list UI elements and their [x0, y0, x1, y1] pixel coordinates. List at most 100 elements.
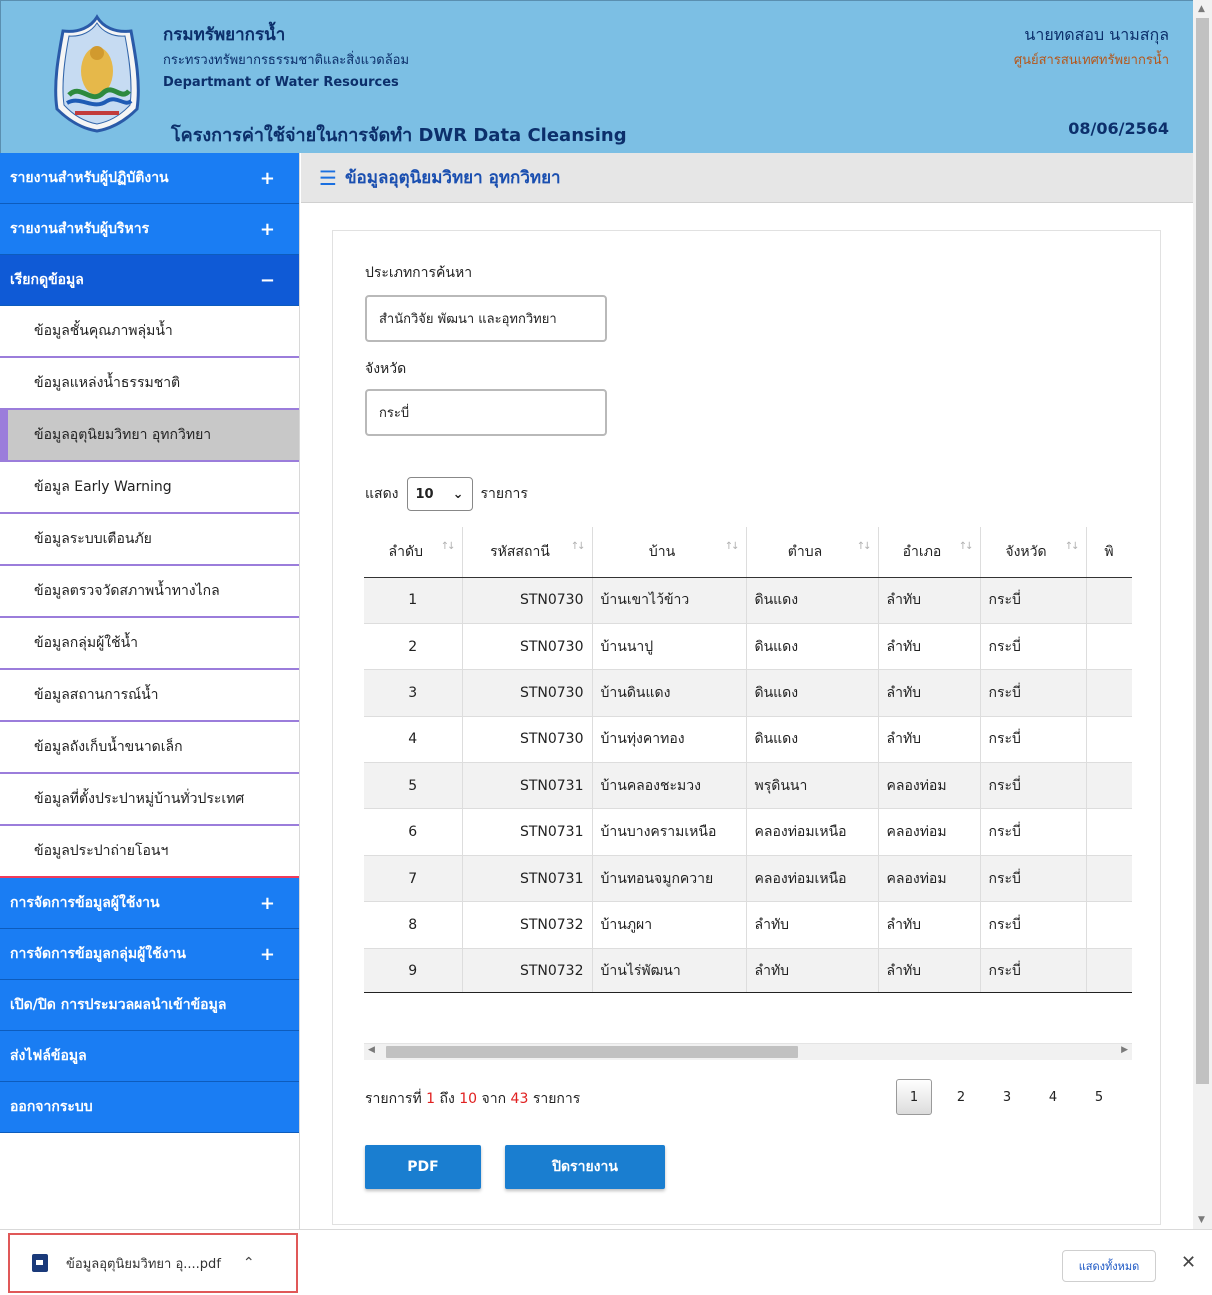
table-cell [1086, 669, 1132, 717]
sidebar-subitem-basin-class[interactable]: ข้อมูลชั้นคุณภาพลุ่มน้ำ [0, 306, 299, 358]
app-header: กรมทรัพยากรน้ำ กระทรวงทรัพยากรธรรมชาติแล… [0, 0, 1193, 153]
column-header-extra[interactable]: พิ [1086, 527, 1132, 578]
column-header-station-code[interactable]: รหัสสถานี ↑↓ [462, 527, 593, 578]
sidebar-subitem-telemetry[interactable]: ข้อมูลตรวจวัดสภาพน้ำทางไกล [0, 566, 299, 618]
sidebar-subitem-transferred-waterworks[interactable]: ข้อมูลประปาถ่ายโอนฯ [0, 826, 299, 878]
sidebar-item-user-management[interactable]: การจัดการข้อมูลผู้ใช้งาน + [0, 878, 299, 929]
table-cell [1086, 808, 1132, 856]
chevron-up-icon[interactable]: ⌃ [243, 1255, 255, 1271]
sidebar-subitem-water-situation[interactable]: ข้อมูลสถานการณ์น้ำ [0, 670, 299, 722]
page-button-5[interactable]: 5 [1076, 1079, 1122, 1115]
show-label: แสดง [365, 486, 399, 502]
sort-icon: ↑↓ [1064, 541, 1080, 552]
search-type-field[interactable]: สำนักวิจัย พัฒนา และอุทกวิทยา [365, 295, 607, 342]
column-header-province[interactable]: จังหวัด ↑↓ [980, 527, 1087, 578]
province-field[interactable]: กระบี่ [365, 389, 607, 436]
expand-icon: + [259, 218, 275, 240]
show-all-button[interactable]: แสดงทั้งหมด [1062, 1250, 1156, 1282]
horizontal-scrollbar[interactable]: ◀ ▶ [364, 1043, 1132, 1060]
sidebar-item-operator-reports[interactable]: รายงานสำหรับผู้ปฏิบัติงาน + [0, 153, 299, 204]
sidebar-item-label: รายงานสำหรับผู้ปฏิบัติงาน [10, 170, 169, 186]
sidebar-item-label: เรียกดูข้อมูล [10, 272, 84, 288]
table-cell: 1 [364, 577, 463, 624]
table-row[interactable]: 8 STN0732 บ้านภูผา ลำทับ ลำทับ กระบี่ [364, 901, 1132, 949]
table-cell: กระบี่ [980, 716, 1087, 764]
project-title: โครงการค่าใช้จ่ายในการจัดทำ DWR Data Cle… [171, 125, 627, 146]
table-cell: STN0732 [462, 948, 593, 992]
sidebar-item-label: รายงานสำหรับผู้บริหาร [10, 221, 150, 237]
sidebar-item-executive-reports[interactable]: รายงานสำหรับผู้บริหาร + [0, 204, 299, 255]
expand-icon: + [259, 943, 275, 965]
table-cell: คลองท่อม [878, 762, 981, 810]
table-row[interactable]: 1 STN0730 บ้านเขาไว้ข้าว ดินแดง ลำทับ กระบี่ [364, 577, 1132, 624]
pdf-button[interactable]: PDF [365, 1145, 481, 1189]
vertical-scroll-thumb[interactable] [1196, 18, 1209, 1084]
table-cell: คลองท่อม [878, 855, 981, 903]
column-header-no[interactable]: ลำดับ ↑↓ [364, 527, 463, 578]
table-header-row: ลำดับ ↑↓ รหัสสถานี ↑↓ บ้าน ↑↓ ตำบล ↑↓ อำเภอ ↑… [364, 527, 1132, 578]
page-button-1[interactable]: 1 [896, 1079, 932, 1115]
hamburger-menu-icon[interactable]: ☰ [319, 166, 337, 190]
sidebar-item-browse-data[interactable]: เรียกดูข้อมูล − [0, 255, 299, 306]
pagination: 1 2 3 4 5 [896, 1079, 1122, 1115]
horizontal-scroll-thumb[interactable] [386, 1046, 798, 1058]
table-cell: ดินแดง [746, 623, 879, 671]
table-cell: 8 [364, 901, 463, 949]
sidebar-subitem-water-user-groups[interactable]: ข้อมูลกลุ่มผู้ใช้น้ำ [0, 618, 299, 670]
department-logo [54, 14, 140, 133]
page-button-4[interactable]: 4 [1030, 1079, 1076, 1115]
info-from: 1 [426, 1091, 436, 1107]
scroll-right-icon[interactable]: ▶ [1121, 1045, 1128, 1055]
sidebar-subitem-village-waterworks[interactable]: ข้อมูลที่ตั้งประปาหมู่บ้านทั่วประเทศ [0, 774, 299, 826]
info-to-word: ถึง [439, 1091, 455, 1107]
info-to: 10 [459, 1091, 478, 1107]
table-row[interactable]: 5 STN0731 บ้านคลองชะมวง พรุดินนา คลองท่อม กระ… [364, 762, 1132, 810]
table-cell: ลำทับ [746, 948, 879, 992]
close-report-button[interactable]: ปิดรายงาน [505, 1145, 665, 1189]
scroll-up-icon[interactable]: ▲ [1198, 4, 1205, 14]
table-info: รายการที่ 1 ถึง 10 จาก 43 รายการ [365, 1088, 580, 1110]
download-file-name: ข้อมูลอุตุนิยมวิทยา อุ....pdf [66, 1256, 221, 1272]
sidebar-item-user-group-management[interactable]: การจัดการข้อมูลกลุ่มผู้ใช้งาน + [0, 929, 299, 980]
sidebar-subitem-natural-water[interactable]: ข้อมูลแหล่งน้ำธรรมชาติ [0, 358, 299, 410]
table-row[interactable]: 3 STN0730 บ้านดินแดง ดินแดง ลำทับ กระบี่ [364, 669, 1132, 717]
download-item[interactable]: ข้อมูลอุตุนิยมวิทยา อุ....pdf ⌃ [8, 1233, 298, 1293]
table-row[interactable]: 6 STN0731 บ้านบางครามเหนือ คลองท่อมเหนือ คลอ… [364, 808, 1132, 856]
info-prefix: รายการที่ [365, 1091, 422, 1107]
table-row[interactable]: 2 STN0730 บ้านนาปู ดินแดง ลำทับ กระบี่ [364, 623, 1132, 671]
table-cell: STN0731 [462, 808, 593, 856]
table-row[interactable]: 7 STN0731 บ้านทอนจมูกควาย คลองท่อมเหนือ คลอง… [364, 855, 1132, 903]
sidebar-subitem-early-warning[interactable]: ข้อมูล Early Warning [0, 462, 299, 514]
column-header-subdistrict[interactable]: ตำบล ↑↓ [746, 527, 879, 578]
close-icon[interactable]: ✕ [1181, 1252, 1196, 1273]
sidebar-subitem-warning-system[interactable]: ข้อมูลระบบเตือนภัย [0, 514, 299, 566]
column-header-village[interactable]: บ้าน ↑↓ [592, 527, 747, 578]
sidebar-item-import-processing[interactable]: เปิด/ปิด การประมวลผลนำเข้าข้อมูล [0, 980, 299, 1031]
table-cell: บ้านดินแดง [592, 669, 747, 717]
table-row[interactable]: 9 STN0732 บ้านไร่พัฒนา ลำทับ ลำทับ กระบี่ [364, 948, 1132, 992]
page-button-3[interactable]: 3 [984, 1079, 1030, 1115]
vertical-scrollbar[interactable]: ▲ ▼ [1193, 0, 1212, 1229]
table-cell: กระบี่ [980, 901, 1087, 949]
page-button-2[interactable]: 2 [938, 1079, 984, 1115]
table-row[interactable]: 4 STN0730 บ้านทุ่งคาทอง ดินแดง ลำทับ กระบี่ [364, 716, 1132, 764]
scroll-down-icon[interactable]: ▼ [1198, 1215, 1205, 1225]
table-cell: กระบี่ [980, 669, 1087, 717]
table-cell [1086, 716, 1132, 764]
table-cell: บ้านเขาไว้ข้าว [592, 577, 747, 624]
table-cell: STN0730 [462, 669, 593, 717]
table-cell [1086, 762, 1132, 810]
sidebar-item-send-file[interactable]: ส่งไฟล์ข้อมูล [0, 1031, 299, 1082]
table-cell [1086, 577, 1132, 624]
table-cell: บ้านคลองชะมวง [592, 762, 747, 810]
table-cell [1086, 901, 1132, 949]
table-cell: พรุดินนา [746, 762, 879, 810]
scroll-left-icon[interactable]: ◀ [368, 1045, 375, 1055]
page-length-select[interactable]: 10 ⌄ [406, 477, 473, 511]
sidebar-subitem-small-tanks[interactable]: ข้อมูลถังเก็บน้ำขนาดเล็ก [0, 722, 299, 774]
data-table: ลำดับ ↑↓ รหัสสถานี ↑↓ บ้าน ↑↓ ตำบล ↑↓ อำเภอ ↑… [364, 527, 1132, 992]
collapse-icon: − [259, 269, 275, 291]
sidebar-subitem-meteorology[interactable]: ข้อมูลอุตุนิยมวิทยา อุทกวิทยา [0, 410, 299, 462]
sidebar-item-logout[interactable]: ออกจากระบบ [0, 1082, 299, 1133]
column-header-district[interactable]: อำเภอ ↑↓ [878, 527, 981, 578]
